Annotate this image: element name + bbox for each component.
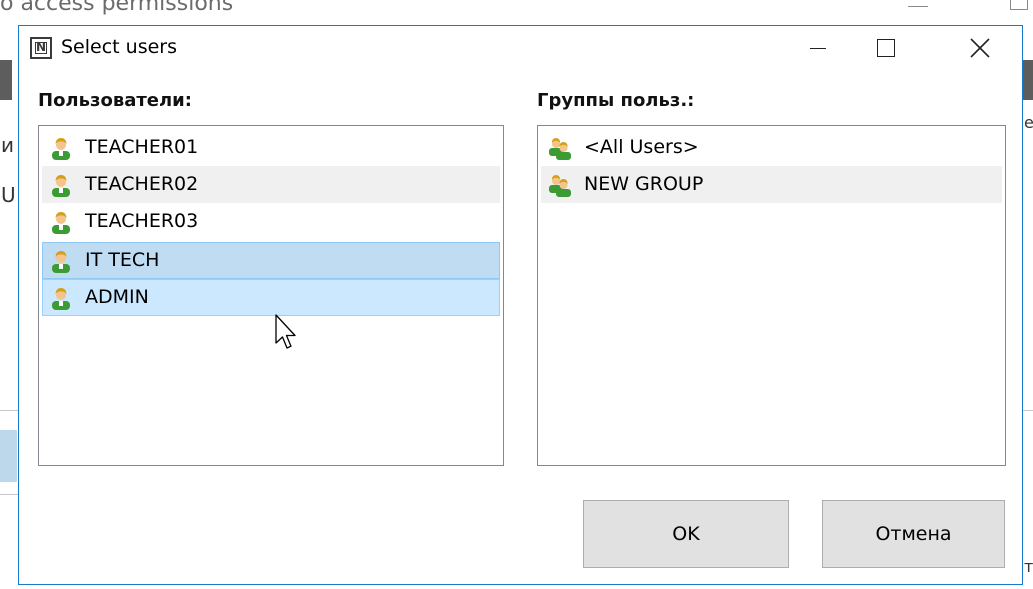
background-header-band-right xyxy=(1022,60,1033,100)
user-name: IT TECH xyxy=(85,249,160,271)
user-icon xyxy=(52,251,70,273)
minimize-button[interactable] xyxy=(794,26,840,70)
maximize-icon xyxy=(877,39,895,57)
app-icon: N xyxy=(30,37,52,59)
user-icon xyxy=(52,175,70,197)
user-list-item-selected[interactable]: IT TECH xyxy=(42,242,500,279)
user-name: ADMIN xyxy=(85,286,149,308)
user-name: TEACHER02 xyxy=(85,173,199,195)
background-divider xyxy=(0,410,18,411)
select-users-dialog: N Select users Пользователи: Группы поль… xyxy=(18,25,1023,585)
maximize-button[interactable] xyxy=(863,26,909,70)
background-edge-text: е xyxy=(1024,113,1033,132)
background-edge-text: т xyxy=(1024,557,1033,576)
background-minimize-icon xyxy=(908,6,928,7)
users-listbox[interactable]: TEACHER01 TEACHER02 TEACHER03 IT TECH AD… xyxy=(38,125,504,466)
background-divider xyxy=(0,494,18,495)
user-list-item[interactable]: TEACHER03 xyxy=(42,203,500,240)
user-name: TEACHER03 xyxy=(85,210,199,232)
group-icon xyxy=(549,138,571,160)
close-icon xyxy=(970,38,990,58)
dialog-title: Select users xyxy=(61,36,177,58)
group-icon xyxy=(549,175,571,197)
close-button[interactable] xyxy=(958,26,1004,70)
user-icon xyxy=(52,138,70,160)
user-list-item[interactable]: TEACHER02 xyxy=(42,166,500,203)
cancel-button[interactable]: Отмена xyxy=(822,500,1005,568)
users-label: Пользователи: xyxy=(38,90,192,111)
ok-button[interactable]: OK xyxy=(583,500,789,568)
groups-listbox[interactable]: <All Users> NEW GROUP xyxy=(537,125,1006,466)
minimize-icon xyxy=(810,48,826,49)
background-window-title: o access permissions xyxy=(0,0,234,16)
group-name: <All Users> xyxy=(584,136,699,158)
group-name: NEW GROUP xyxy=(584,173,704,195)
background-maximize-icon xyxy=(1010,0,1028,10)
background-selected-row xyxy=(0,430,17,482)
groups-label: Группы польз.: xyxy=(537,90,695,111)
background-header-band-left xyxy=(0,60,12,100)
background-divider xyxy=(1023,410,1033,411)
user-list-item-selected[interactable]: ADMIN xyxy=(42,279,500,316)
background-edge-text: U xyxy=(1,183,16,207)
user-icon xyxy=(52,288,70,310)
title-bar[interactable]: N Select users xyxy=(19,26,1022,70)
group-list-item[interactable]: <All Users> xyxy=(541,129,1002,166)
user-name: TEACHER01 xyxy=(85,136,199,158)
user-icon xyxy=(52,212,70,234)
user-list-item[interactable]: TEACHER01 xyxy=(42,129,500,166)
background-edge-text: и xyxy=(1,133,14,157)
mouse-cursor-icon xyxy=(275,314,296,349)
group-list-item[interactable]: NEW GROUP xyxy=(541,166,1002,203)
